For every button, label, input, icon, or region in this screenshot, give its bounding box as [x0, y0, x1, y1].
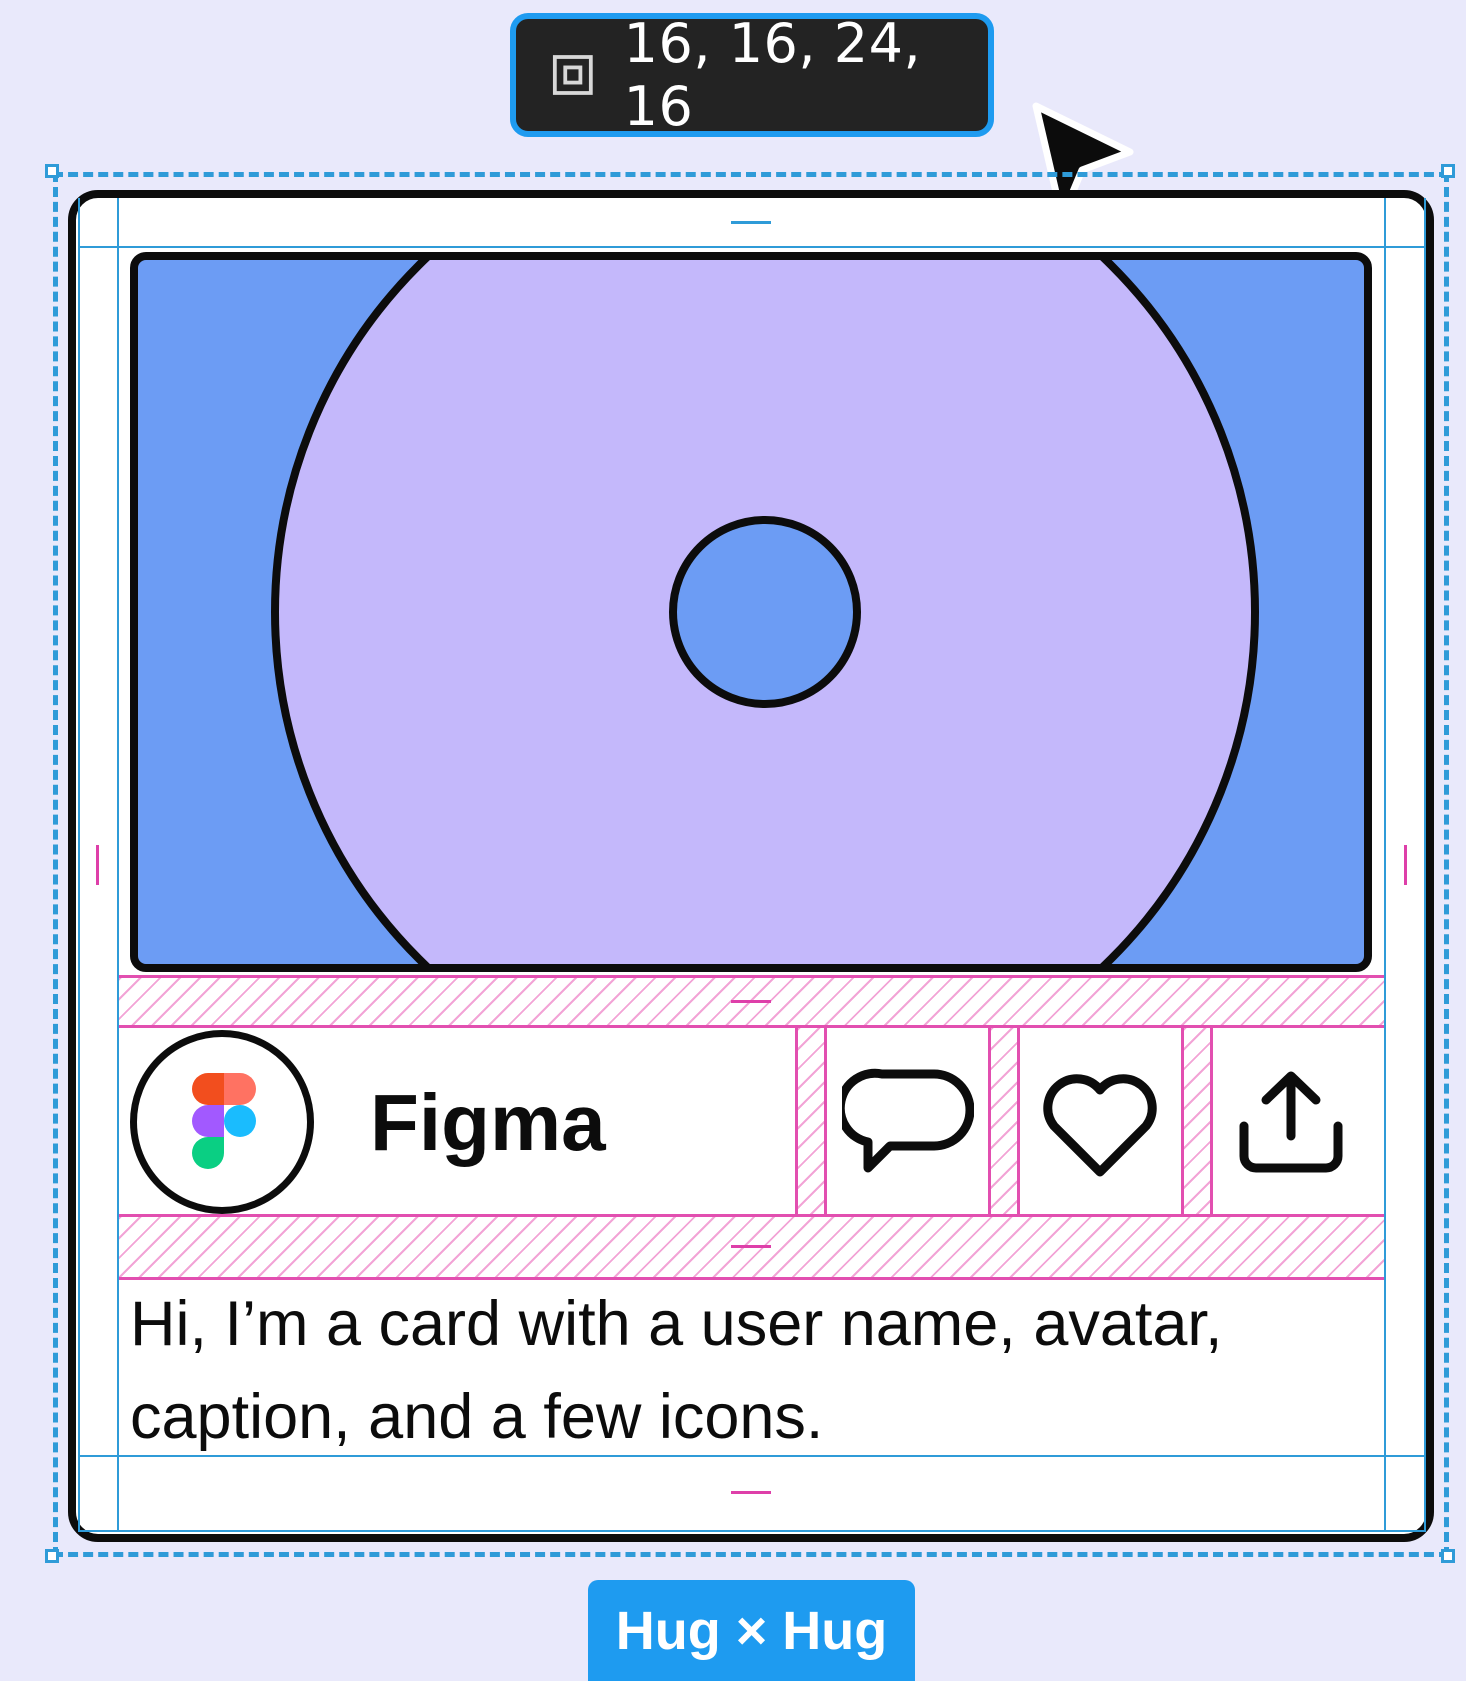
padding-guide-top — [78, 246, 1424, 248]
figma-logo — [192, 1073, 256, 1169]
icon-gap-3 — [1181, 1028, 1213, 1214]
resize-handle-bottom-left[interactable] — [45, 1549, 59, 1563]
inner-border-left — [78, 198, 80, 1532]
inner-border-bottom — [78, 1530, 1424, 1532]
padding-mark-top — [731, 221, 771, 224]
padding-mark-right — [1404, 845, 1407, 885]
user-name: Figma — [370, 1078, 606, 1167]
hero-image — [130, 252, 1372, 972]
padding-mark-bottom — [731, 1491, 771, 1494]
resize-handle-bottom-right[interactable] — [1441, 1549, 1455, 1563]
share-icon[interactable] — [1236, 1070, 1346, 1174]
disc-illustration — [271, 260, 1259, 964]
comment-icon[interactable] — [842, 1066, 974, 1178]
gap-mark-bottom — [731, 1245, 771, 1248]
padding-values: 16, 16, 24, 16 — [623, 12, 922, 138]
padding-guide-right — [1384, 198, 1386, 1532]
caption: Hi, I’m a card with a user name, avatar,… — [130, 1289, 1223, 1452]
padding-tooltip[interactable]: 16, 16, 24, 16 — [510, 12, 994, 138]
icon-gap-1 — [795, 1028, 827, 1214]
resize-handle-top-left[interactable] — [45, 164, 59, 178]
size-badge[interactable]: Hug × Hug — [588, 1580, 915, 1681]
padding-guide-left — [117, 198, 119, 1532]
heart-icon[interactable] — [1040, 1070, 1160, 1180]
padding-mark-left — [96, 845, 99, 885]
padding-icon — [552, 55, 593, 95]
inner-border-right — [1424, 198, 1426, 1532]
icon-gap-2 — [988, 1028, 1020, 1214]
avatar[interactable] — [130, 1030, 314, 1214]
gap-mark-top — [731, 1000, 771, 1003]
resize-handle-top-right[interactable] — [1441, 164, 1455, 178]
